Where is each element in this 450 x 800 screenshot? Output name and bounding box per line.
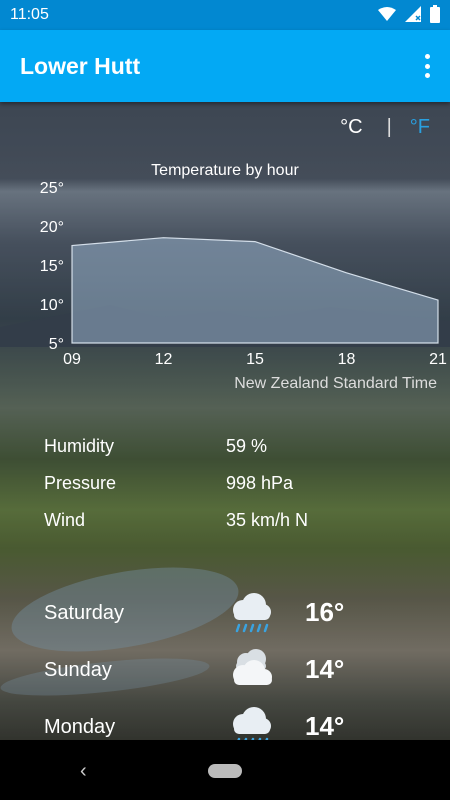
forecast-row[interactable]: Saturday 16° <box>0 585 450 642</box>
x-tick-label: 21 <box>429 351 447 368</box>
forecast-temp: 16° <box>305 597 345 627</box>
more-vert-icon <box>424 54 430 59</box>
status-icons <box>378 5 440 23</box>
more-vert-icon-dot <box>424 73 430 78</box>
status-bar: 11:05 <box>0 0 450 30</box>
celsius-toggle[interactable]: °C <box>340 116 362 139</box>
temperature-chart: Temperature by hour 25° 20° 15° 10° 5° 09 12 1… <box>40 162 447 392</box>
forecast-row[interactable]: Sunday 14° <box>0 642 450 699</box>
humidity-value: 59 % <box>226 436 268 456</box>
fahrenheit-toggle[interactable]: °F <box>410 116 430 139</box>
forecast-temp: 14° <box>305 711 345 741</box>
y-tick-label: 15° <box>40 258 64 275</box>
wind-row: Wind 35 km/h N <box>44 504 404 541</box>
y-tick-label: 5° <box>49 336 64 353</box>
y-tick-label: 10° <box>40 297 64 314</box>
y-tick-label: 20° <box>40 219 64 236</box>
back-button[interactable]: ‹ <box>80 760 87 783</box>
x-tick-label: 18 <box>338 351 356 368</box>
status-time: 11:05 <box>10 6 49 23</box>
wifi-icon <box>378 7 396 21</box>
forecast-temp: 14° <box>305 654 345 684</box>
daily-forecast: Saturday 16° Sunday 14° Monday 14° <box>0 585 450 756</box>
navigation-bar: ‹ <box>0 740 450 800</box>
humidity-label: Humidity <box>44 436 115 456</box>
temperature-area <box>71 237 439 344</box>
cloudy-icon <box>233 649 272 685</box>
x-tick-label: 12 <box>155 351 173 368</box>
x-axis-label: New Zealand Standard Time <box>234 375 437 392</box>
overflow-menu-button[interactable] <box>418 52 436 80</box>
wind-label: Wind <box>44 510 86 530</box>
page-title: Lower Hutt <box>20 53 141 79</box>
wind-value: 35 km/h N <box>226 510 309 530</box>
forecast-day: Monday <box>44 716 116 738</box>
unit-toggle: °C | °F <box>340 116 430 139</box>
pressure-row: Pressure 998 hPa <box>44 467 404 504</box>
chart-title: Temperature by hour <box>151 162 299 179</box>
rain-cloud-icon <box>233 593 271 633</box>
forecast-day: Sunday <box>44 659 112 681</box>
app-bar: Lower Hutt <box>0 30 450 102</box>
pressure-label: Pressure <box>44 473 117 493</box>
signal-icon <box>405 6 421 22</box>
humidity-row: Humidity 59 % <box>44 430 404 467</box>
x-tick-label: 15 <box>246 351 264 368</box>
y-tick-label: 25° <box>40 180 64 197</box>
weather-details: Humidity 59 % Pressure 998 hPa Wind 35 k… <box>44 430 404 541</box>
home-button[interactable] <box>208 764 242 778</box>
pressure-value: 998 hPa <box>226 473 294 493</box>
battery-icon <box>430 5 440 23</box>
more-vert-icon-dot <box>424 63 430 69</box>
x-tick-label: 09 <box>63 351 81 368</box>
forecast-day: Saturday <box>44 602 125 624</box>
unit-separator: | <box>386 116 392 138</box>
